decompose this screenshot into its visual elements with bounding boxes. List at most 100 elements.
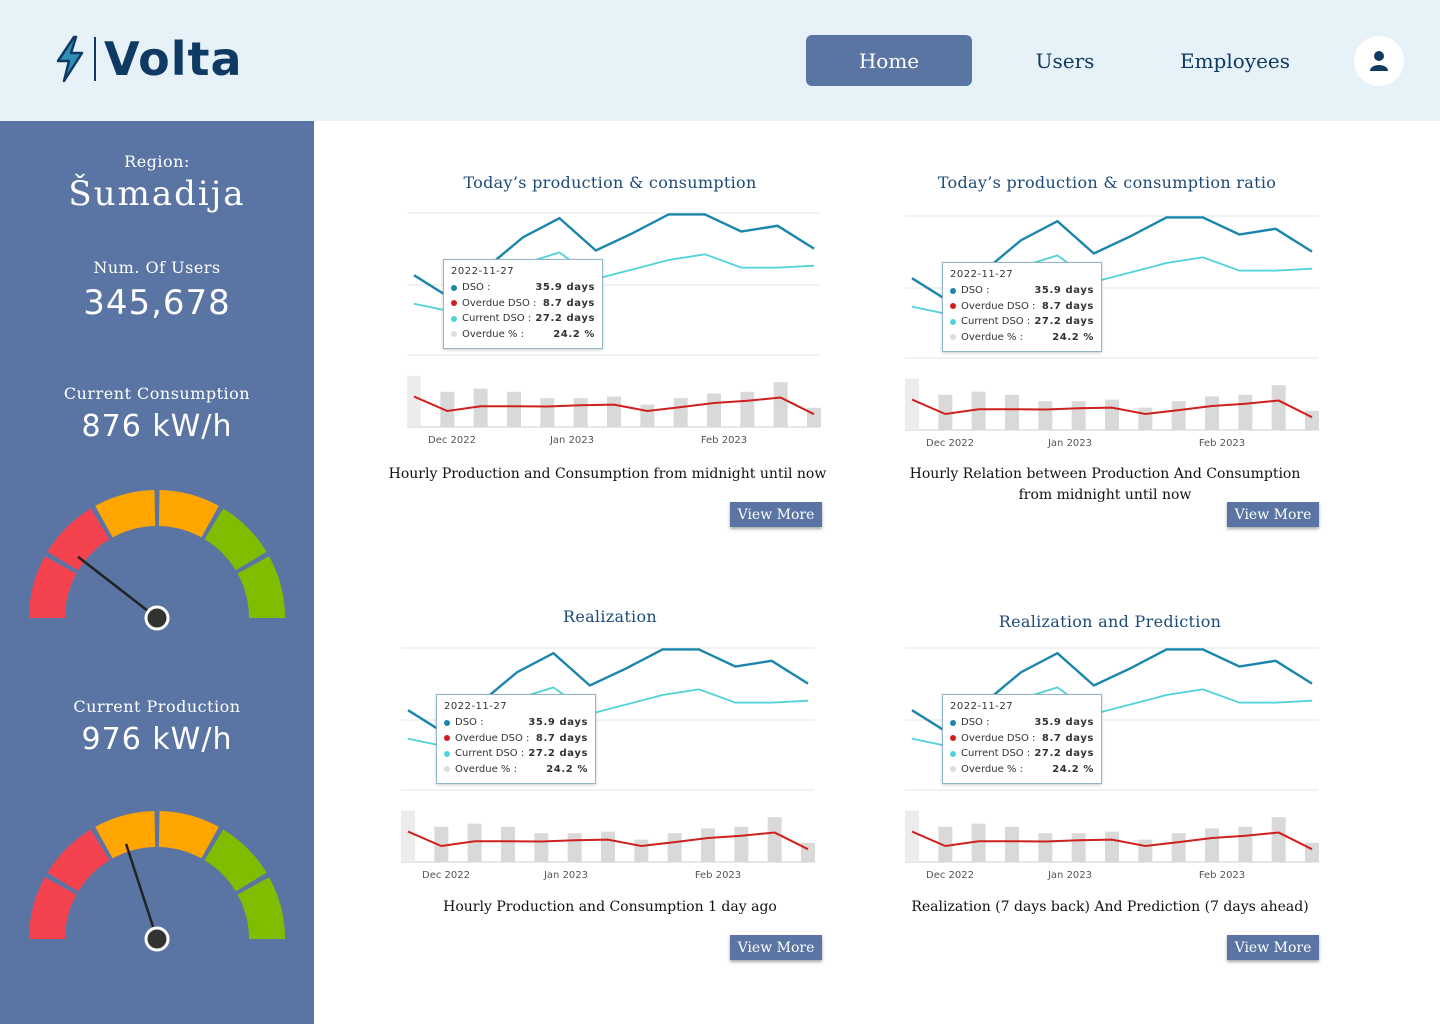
- chart-bar: [1071, 401, 1086, 430]
- view-more-button[interactable]: View More: [730, 502, 822, 527]
- chart-bar: [1105, 399, 1119, 430]
- legend-dot-icon: [950, 318, 956, 325]
- chart-bar: [1205, 828, 1219, 862]
- gauge-segment: [158, 490, 219, 538]
- tick-label: Dec 2022: [926, 438, 974, 448]
- chart-bar: [707, 393, 721, 427]
- region-label: Region:: [124, 152, 190, 171]
- chart-bar: [1071, 833, 1086, 862]
- chart-bar: [905, 378, 919, 430]
- card-title-production-consumption-ratio: Today’s production & consumption ratio: [937, 173, 1277, 192]
- users-label: Num. Of Users: [93, 258, 221, 277]
- legend-dot-icon: [950, 735, 956, 742]
- chart-tooltip: 2022-11-27 DSO : 35.9 days Overdue DSO : 8.7…: [443, 259, 603, 349]
- tooltip-row-value: 8.7 days: [1041, 300, 1094, 312]
- logo-text: Volta: [104, 32, 243, 86]
- legend-dot-icon: [950, 766, 956, 773]
- view-more-button[interactable]: View More: [730, 935, 822, 960]
- region-value: Šumadija: [68, 174, 246, 214]
- tooltip-row-name: DSO :: [455, 717, 484, 729]
- tooltip-row: Overdue DSO : 8.7 days: [451, 296, 595, 312]
- tooltip-row: DSO : 35.9 days: [444, 715, 588, 731]
- profile-button[interactable]: [1354, 36, 1404, 86]
- chart-bar: [1138, 839, 1153, 862]
- production-gauge: [29, 811, 285, 952]
- chart-bar: [1238, 826, 1253, 862]
- tooltip-row: Overdue DSO : 8.7 days: [950, 299, 1094, 315]
- gauge-segment: [29, 877, 77, 939]
- users-value: 345,678: [83, 283, 231, 323]
- legend-dot-icon: [950, 750, 956, 757]
- legend-dot-icon: [451, 315, 457, 322]
- gauge-segment: [158, 811, 219, 859]
- tooltip-row-value: 27.2 days: [528, 748, 588, 760]
- chart-bar: [501, 826, 515, 862]
- card-description: Hourly Relation between Production And C…: [909, 466, 1301, 503]
- gauge-segment: [204, 508, 267, 571]
- legend-dot-icon: [950, 719, 956, 726]
- chart-bar: [401, 810, 415, 862]
- chart-bar: [767, 817, 782, 862]
- chart-bar: [1271, 817, 1286, 862]
- tick-label: Dec 2022: [422, 870, 470, 880]
- nav-employees[interactable]: Employees: [1160, 35, 1310, 86]
- tooltip-row-value: 8.7 days: [542, 297, 595, 309]
- tooltip-row: Current DSO :27.2 days: [444, 746, 588, 762]
- chart-bar: [1038, 833, 1053, 862]
- tooltip-row: Overdue % : 24.2 %: [950, 330, 1094, 346]
- tooltip-date: 2022-11-27: [451, 266, 515, 277]
- legend-dot-icon: [950, 287, 956, 294]
- chart-bar: [734, 826, 749, 862]
- card-description: Realization (7 days back) And Prediction…: [911, 899, 1309, 915]
- tooltip-row: Overdue DSO : 8.7 days: [950, 731, 1094, 747]
- chart-bar: [1271, 385, 1286, 430]
- gauge-needle: [77, 555, 158, 619]
- tooltip-row-name: DSO :: [462, 282, 491, 294]
- gauge-pivot: [144, 605, 170, 631]
- tooltip-row: Current DSO :27.2 days: [950, 746, 1094, 762]
- stats-sidebar: Region: Šumadija Num. Of Users 345,678 C…: [0, 121, 314, 1024]
- volta-logo[interactable]: Volta: [52, 32, 243, 86]
- legend-dot-icon: [950, 303, 956, 310]
- chart-tooltip: 2022-11-27 DSO : 35.9 days Overdue DSO : 8.7…: [942, 262, 1102, 352]
- card-description: Hourly Production and Consumption from m…: [388, 466, 827, 482]
- tooltip-row-name: Current DSO :: [961, 316, 1031, 328]
- chart-bar: [773, 382, 788, 427]
- chart-bar: [601, 831, 615, 862]
- tooltip-row: Overdue % : 24.2 %: [451, 327, 595, 343]
- tooltip-row-value: 24.2 %: [553, 328, 595, 340]
- card-title-realization-prediction: Realization and Prediction: [998, 612, 1222, 631]
- gauge-segment: [237, 556, 285, 618]
- chart-bar: [407, 375, 421, 427]
- tick-label: Jan 2023: [1047, 438, 1092, 448]
- chart-bar: [667, 833, 682, 862]
- legend-dot-icon: [444, 719, 450, 726]
- tooltip-row-name: Current DSO :: [462, 313, 532, 325]
- production-value: 976 kW/h: [81, 722, 233, 757]
- nav-users[interactable]: Users: [1000, 35, 1130, 86]
- nav-home[interactable]: Home: [806, 35, 972, 86]
- lightning-bolt-icon: [56, 35, 84, 83]
- tooltip-row: DSO : 35.9 days: [451, 280, 595, 296]
- chart-bar: [1171, 833, 1186, 862]
- view-more-button[interactable]: View More: [1227, 502, 1319, 527]
- chart-bar: [1171, 401, 1186, 430]
- tick-label: Jan 2023: [543, 870, 588, 880]
- chart-bar: [740, 391, 755, 427]
- tooltip-row-name: Current DSO :: [961, 748, 1031, 760]
- gauge-segment: [47, 829, 110, 892]
- chart-bar: [1038, 401, 1053, 430]
- tooltip-row-value: 27.2 days: [535, 313, 595, 325]
- view-more-button[interactable]: View More: [1227, 935, 1319, 960]
- gauge-pivot: [144, 926, 170, 952]
- chart-tooltip: 2022-11-27 DSO : 35.9 days Overdue DSO : 8.7…: [942, 694, 1102, 784]
- tooltip-row-value: 35.9 days: [535, 282, 595, 294]
- chart-bar: [1005, 394, 1019, 430]
- chart-bar: [905, 810, 919, 862]
- chart-bar: [607, 396, 621, 427]
- tooltip-row: Current DSO :27.2 days: [950, 314, 1094, 330]
- tick-label: Feb 2023: [695, 870, 741, 880]
- tooltip-row: DSO : 35.9 days: [950, 283, 1094, 299]
- tooltip-row-name: Current DSO :: [455, 748, 525, 760]
- chart-bar: [567, 833, 582, 862]
